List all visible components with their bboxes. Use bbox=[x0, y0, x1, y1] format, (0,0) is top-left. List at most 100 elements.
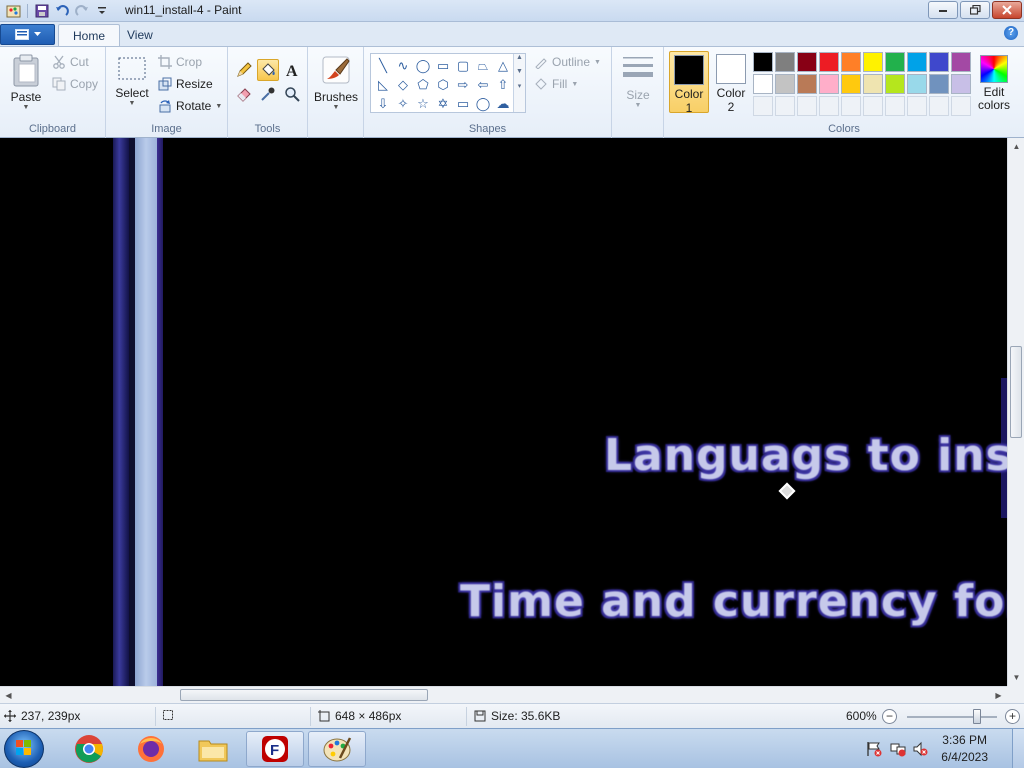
left-arrow-shape-icon[interactable]: ⇦ bbox=[473, 75, 493, 94]
palette-swatch[interactable] bbox=[885, 52, 905, 72]
palette-swatch[interactable] bbox=[775, 74, 795, 94]
palette-swatch[interactable] bbox=[819, 52, 839, 72]
palette-swatch[interactable] bbox=[841, 52, 861, 72]
tab-view[interactable]: View bbox=[113, 24, 167, 46]
line-shape-icon[interactable]: ╲ bbox=[373, 56, 393, 75]
eraser-tool[interactable] bbox=[233, 83, 255, 105]
palette-swatch[interactable] bbox=[753, 74, 773, 94]
zoom-out-button[interactable]: − bbox=[882, 709, 897, 724]
taskbar-paint[interactable] bbox=[308, 731, 366, 767]
redo-icon[interactable] bbox=[73, 2, 91, 20]
zoom-slider-track[interactable] bbox=[907, 716, 997, 718]
start-button[interactable] bbox=[4, 730, 44, 768]
palette-swatch[interactable] bbox=[929, 52, 949, 72]
taskbar-filezilla[interactable]: F bbox=[246, 731, 304, 767]
up-arrow-shape-icon[interactable]: ⇧ bbox=[493, 75, 513, 94]
pencil-tool[interactable] bbox=[233, 59, 255, 81]
palette-swatch[interactable] bbox=[797, 52, 817, 72]
palette-swatch[interactable] bbox=[841, 74, 861, 94]
cloud-callout-shape-icon[interactable]: ☁ bbox=[493, 94, 513, 113]
paint-menu-button[interactable] bbox=[0, 24, 55, 45]
action-center-flag-icon[interactable] bbox=[866, 741, 882, 757]
cut-button[interactable]: Cut bbox=[52, 55, 89, 69]
palette-custom-slot[interactable] bbox=[863, 96, 883, 116]
palette-swatch[interactable] bbox=[863, 52, 883, 72]
magnifier-tool[interactable] bbox=[281, 83, 303, 105]
palette-custom-slot[interactable] bbox=[775, 96, 795, 116]
pentagon-shape-icon[interactable]: ⬠ bbox=[413, 75, 433, 94]
scroll-left-arrow-icon[interactable]: ◀ bbox=[0, 687, 17, 704]
six-point-star-shape-icon[interactable]: ✡ bbox=[433, 94, 453, 113]
zoom-in-button[interactable]: + bbox=[1005, 709, 1020, 724]
close-button[interactable] bbox=[992, 1, 1022, 19]
palette-swatch[interactable] bbox=[907, 52, 927, 72]
four-point-star-shape-icon[interactable]: ✧ bbox=[393, 94, 413, 113]
down-arrow-shape-icon[interactable]: ⇩ bbox=[373, 94, 393, 113]
palette-swatch[interactable] bbox=[775, 52, 795, 72]
palette-swatch[interactable] bbox=[797, 74, 817, 94]
horizontal-scrollbar[interactable]: ◀ ▶ bbox=[0, 686, 1007, 703]
restore-button[interactable] bbox=[960, 1, 990, 19]
rect-callout-shape-icon[interactable]: ▭ bbox=[453, 94, 473, 113]
taskbar-chrome[interactable] bbox=[60, 731, 118, 767]
crop-button[interactable]: Crop bbox=[158, 55, 202, 69]
vertical-scrollbar[interactable]: ▲ ▼ bbox=[1007, 138, 1024, 686]
outline-button[interactable]: Outline ▼ bbox=[534, 55, 601, 69]
palette-custom-slot[interactable] bbox=[797, 96, 817, 116]
polygon-shape-icon[interactable]: ⏢ bbox=[473, 56, 493, 75]
brushes-button[interactable]: Brushes ▼ bbox=[312, 53, 360, 111]
help-icon[interactable]: ? bbox=[1004, 26, 1018, 40]
palette-custom-slot[interactable] bbox=[753, 96, 773, 116]
scroll-right-arrow-icon[interactable]: ▶ bbox=[990, 687, 1007, 704]
palette-swatch[interactable] bbox=[907, 74, 927, 94]
five-point-star-shape-icon[interactable]: ☆ bbox=[413, 94, 433, 113]
select-button[interactable]: Select ▼ bbox=[114, 55, 150, 107]
rotate-button[interactable]: Rotate ▼ bbox=[158, 99, 222, 113]
hexagon-shape-icon[interactable]: ⬡ bbox=[433, 75, 453, 94]
diamond-shape-icon[interactable]: ◇ bbox=[393, 75, 413, 94]
fill-button[interactable]: Fill ▼ bbox=[534, 77, 578, 91]
text-tool[interactable]: A bbox=[281, 59, 303, 81]
undo-icon[interactable] bbox=[53, 2, 71, 20]
palette-custom-slot[interactable] bbox=[907, 96, 927, 116]
oval-shape-icon[interactable]: ◯ bbox=[413, 56, 433, 75]
taskbar-clock[interactable]: 3:36 PM 6/4/2023 bbox=[941, 732, 988, 766]
drawing-canvas[interactable]: Languags to install: Time and currency f… bbox=[0, 138, 1007, 686]
right-triangle-shape-icon[interactable]: ◺ bbox=[373, 75, 393, 94]
palette-swatch[interactable] bbox=[753, 52, 773, 72]
horizontal-scroll-thumb[interactable] bbox=[180, 689, 428, 701]
palette-custom-slot[interactable] bbox=[951, 96, 971, 116]
color1-button[interactable]: Color 1 bbox=[669, 51, 709, 115]
size-button[interactable]: Size ▼ bbox=[618, 53, 658, 109]
scroll-down-arrow-icon[interactable]: ▼ bbox=[1008, 669, 1024, 686]
palette-swatch[interactable] bbox=[863, 74, 883, 94]
tab-home[interactable]: Home bbox=[58, 24, 121, 46]
save-icon[interactable] bbox=[33, 2, 51, 20]
resize-button[interactable]: Resize bbox=[158, 77, 213, 91]
rounded-rectangle-shape-icon[interactable]: ▢ bbox=[453, 56, 473, 75]
palette-custom-slot[interactable] bbox=[929, 96, 949, 116]
network-icon[interactable] bbox=[890, 741, 906, 757]
rectangle-shape-icon[interactable]: ▭ bbox=[433, 56, 453, 75]
show-desktop-button[interactable] bbox=[1012, 729, 1024, 768]
customize-qat-dropdown-icon[interactable] bbox=[93, 2, 111, 20]
palette-swatch[interactable] bbox=[951, 74, 971, 94]
curve-shape-icon[interactable]: ∿ bbox=[393, 56, 413, 75]
fill-tool[interactable] bbox=[257, 59, 279, 81]
color2-button[interactable]: Color 2 bbox=[711, 51, 751, 114]
volume-muted-icon[interactable] bbox=[912, 741, 928, 757]
palette-swatch[interactable] bbox=[929, 74, 949, 94]
scroll-up-arrow-icon[interactable]: ▲ bbox=[1008, 138, 1024, 155]
minimize-button[interactable] bbox=[928, 1, 958, 19]
paste-button[interactable]: Paste ▼ bbox=[6, 53, 46, 111]
paint-app-icon[interactable] bbox=[4, 2, 22, 20]
palette-custom-slot[interactable] bbox=[841, 96, 861, 116]
palette-swatch[interactable] bbox=[819, 74, 839, 94]
oval-callout-shape-icon[interactable]: ◯ bbox=[473, 94, 493, 113]
palette-swatch[interactable] bbox=[951, 52, 971, 72]
shapes-gallery-scrollbar[interactable]: ▲ ▼ ▾ bbox=[513, 54, 525, 112]
vertical-scroll-thumb[interactable] bbox=[1010, 346, 1022, 438]
palette-custom-slot[interactable] bbox=[819, 96, 839, 116]
taskbar-file-explorer[interactable] bbox=[184, 731, 242, 767]
triangle-shape-icon[interactable]: △ bbox=[493, 56, 513, 75]
